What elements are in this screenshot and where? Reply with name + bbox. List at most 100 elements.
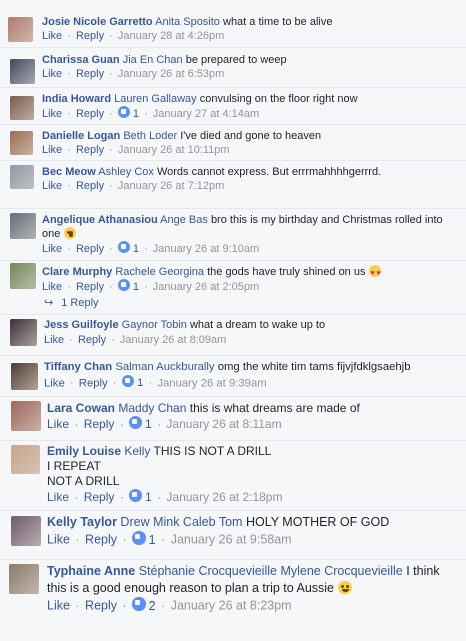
comment-author[interactable]: Bec Meow <box>42 166 96 178</box>
separator: · <box>106 243 116 255</box>
like-link[interactable]: Like <box>42 180 62 192</box>
reply-link[interactable]: Reply <box>76 30 104 42</box>
avatar[interactable] <box>10 263 36 289</box>
comment-body: India Howard Lauren Gallaway convulsing … <box>42 92 456 121</box>
separator: · <box>71 532 84 547</box>
avatar[interactable] <box>10 96 34 120</box>
reply-link[interactable]: Reply <box>76 108 104 120</box>
tagged-users[interactable]: Rachele Georgina <box>115 266 204 278</box>
comment-actions: Like · Reply · January 26 at 10:11pm <box>42 143 456 157</box>
avatar[interactable] <box>11 363 38 390</box>
like-link[interactable]: Like <box>44 334 64 346</box>
comment-author[interactable]: Jess Guilfoyle <box>44 319 119 331</box>
comment-author[interactable]: Kelly Taylor <box>47 515 117 529</box>
like-link[interactable]: Like <box>42 30 62 42</box>
tagged-users[interactable]: Anita Sposito <box>155 16 220 28</box>
avatar[interactable] <box>10 131 33 155</box>
comment-timestamp[interactable]: January 26 at 8:09am <box>120 334 226 346</box>
reply-link[interactable]: Reply <box>84 490 115 504</box>
comment-timestamp[interactable]: January 26 at 8:23pm <box>171 599 292 613</box>
like-link[interactable]: Like <box>44 377 65 389</box>
like-link[interactable]: Like <box>42 144 62 156</box>
reaction-count[interactable]: 1 <box>129 416 152 431</box>
like-link[interactable]: Like <box>42 68 62 80</box>
comment-timestamp[interactable]: January 26 at 8:11am <box>166 417 281 431</box>
view-replies-link[interactable]: ↪ 1 Reply <box>44 296 99 309</box>
comment-timestamp[interactable]: January 27 at 4:14am <box>153 108 259 120</box>
reply-link[interactable]: Reply <box>84 417 115 431</box>
comment-author[interactable]: Danielle Logan <box>42 130 120 142</box>
comment-timestamp[interactable]: January 26 at 10:11pm <box>118 144 230 156</box>
reply-link[interactable]: Reply <box>76 243 104 255</box>
like-link[interactable]: Like <box>42 243 62 255</box>
reply-link[interactable]: Reply <box>76 68 104 80</box>
separator: · <box>116 417 128 431</box>
comment-body: Clare Murphy Rachele Georgina the gods h… <box>42 265 456 294</box>
comment-actions: Like · Reply · 1 · January 27 at 4:14am <box>42 106 456 121</box>
comment-timestamp[interactable]: January 26 at 7:12pm <box>118 180 224 192</box>
comment-timestamp[interactable]: January 26 at 6:53pm <box>118 68 224 80</box>
reply-link[interactable]: Reply <box>85 533 117 547</box>
reaction-count[interactable]: 1 <box>132 531 156 547</box>
comment-author[interactable]: Lara Cowan <box>47 401 115 415</box>
comment-timestamp[interactable]: January 26 at 9:58am <box>171 533 292 547</box>
like-reaction-icon <box>132 531 146 545</box>
comment-author[interactable]: Typhaine Anne <box>47 564 135 578</box>
separator: · <box>141 243 151 255</box>
comment-author[interactable]: India Howard <box>42 93 111 105</box>
comment-item: Charissa Guan Jia En Chan be prepared to… <box>0 47 466 88</box>
comment-author[interactable]: Tiffany Chan <box>44 361 112 373</box>
separator: · <box>116 490 128 504</box>
comment-author[interactable]: Clare Murphy <box>42 266 112 278</box>
comment-text: convulsing on the floor right now <box>199 93 358 105</box>
tagged-users[interactable]: Jia En Chan <box>123 54 183 66</box>
tagged-users[interactable]: Beth Loder <box>123 130 177 142</box>
tagged-users[interactable]: Ange Bas <box>160 214 208 226</box>
reply-link[interactable]: Reply <box>76 180 104 192</box>
tagged-users[interactable]: Lauren Gallaway <box>114 93 197 105</box>
tagged-users[interactable]: Gaynor Tobin <box>122 319 187 331</box>
tagged-users[interactable]: Ashley Cox <box>98 166 154 178</box>
comment-author[interactable]: Emily Louise <box>47 444 121 458</box>
like-link[interactable]: Like <box>47 417 69 431</box>
tagged-users[interactable]: Maddy Chan <box>118 401 186 415</box>
reaction-count[interactable]: 1 <box>129 489 152 504</box>
reaction-count[interactable]: 1 <box>121 375 143 389</box>
reply-link[interactable]: Reply <box>85 599 117 613</box>
tagged-users[interactable]: Kelly <box>124 444 150 458</box>
reply-link[interactable]: Reply <box>79 377 108 389</box>
avatar[interactable] <box>11 401 41 431</box>
like-link[interactable]: Like <box>47 599 70 613</box>
comment-timestamp[interactable]: January 26 at 9:10am <box>153 243 259 255</box>
avatar[interactable] <box>11 445 40 474</box>
reaction-count[interactable]: 2 <box>132 597 156 613</box>
reply-link[interactable]: Reply <box>76 281 104 293</box>
avatar[interactable] <box>8 17 33 42</box>
avatar[interactable] <box>10 59 35 84</box>
reply-link[interactable]: Reply <box>78 334 106 346</box>
avatar[interactable] <box>10 165 34 189</box>
avatar[interactable] <box>11 516 41 546</box>
comment-author[interactable]: Angelique Athanasiou <box>42 214 158 226</box>
reaction-count[interactable]: 1 <box>117 241 139 255</box>
reaction-count[interactable]: 1 <box>117 106 139 120</box>
comment-author[interactable]: Charissa Guan <box>42 54 120 66</box>
reaction-count[interactable]: 1 <box>117 279 139 293</box>
like-link[interactable]: Like <box>42 281 62 293</box>
tagged-users[interactable]: Stéphanie Crocquevieille Mylene Crocquev… <box>139 564 403 578</box>
avatar[interactable] <box>10 319 37 346</box>
comment-author[interactable]: Josie Nicole Garretto <box>42 16 153 28</box>
comment-timestamp[interactable]: January 26 at 2:18pm <box>166 490 282 504</box>
like-link[interactable]: Like <box>47 490 69 504</box>
tagged-users[interactable]: Salman Auckburally <box>115 361 214 373</box>
comment-timestamp[interactable]: January 28 at 4:26pm <box>118 30 224 42</box>
comment-timestamp[interactable]: January 26 at 2:05pm <box>153 281 259 293</box>
like-link[interactable]: Like <box>47 533 70 547</box>
reply-link[interactable]: Reply <box>76 144 104 156</box>
avatar[interactable] <box>10 213 36 239</box>
avatar[interactable] <box>9 564 39 594</box>
comment-timestamp[interactable]: January 26 at 9:39am <box>157 377 266 389</box>
like-link[interactable]: Like <box>42 108 62 120</box>
tagged-users[interactable]: Drew Mink Caleb Tom <box>120 515 242 529</box>
comment-item: Angelique Athanasiou Ange Bas bro this i… <box>0 208 466 265</box>
